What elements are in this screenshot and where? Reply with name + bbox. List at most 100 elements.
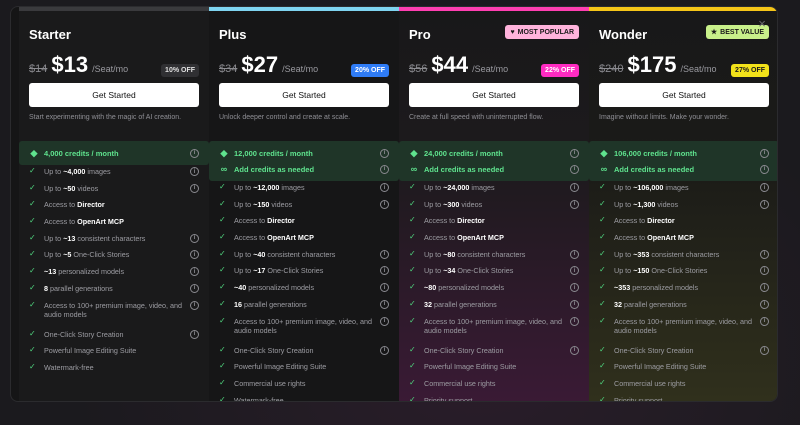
plan-card-wonder: Wonder ★ BEST VALUE $240 $175 /Seat/mo 27…	[589, 7, 777, 402]
feature-text: Access to 100+ premium image, video, and…	[234, 316, 373, 335]
info-icon[interactable]: i	[570, 199, 579, 209]
price-unit: /Seat/mo	[92, 64, 129, 74]
info-icon[interactable]: i	[570, 249, 579, 259]
info-icon[interactable]: i	[190, 167, 199, 176]
feature-text: Access to Director	[234, 216, 295, 226]
feature-text: Up to ~5 One-Click Stories	[44, 250, 130, 260]
check-icon: ✓	[599, 282, 606, 292]
pricing-modal: × Starter $14 $13 /Seat/mo 10% OFF Get Sta…	[10, 6, 778, 402]
current-price: $27	[241, 52, 279, 77]
price-unit: /Seat/mo	[472, 64, 509, 74]
diamond-icon: ◆	[30, 147, 38, 158]
feature-item: ✓ Commercial use rights	[219, 376, 389, 393]
add-credits-line: ∞ Add credits as needed i	[219, 161, 389, 177]
info-icon[interactable]: i	[380, 148, 389, 158]
info-icon[interactable]: i	[190, 300, 199, 310]
add-credits-label: Add credits as needed	[234, 164, 315, 174]
check-icon: ✓	[219, 361, 226, 371]
feature-text: Up to ~50 videos	[44, 183, 99, 193]
feature-text: Access to 100+ premium image, video, and…	[614, 316, 753, 335]
info-icon[interactable]: i	[570, 148, 579, 158]
check-icon: ✓	[219, 298, 226, 308]
check-icon: ✓	[219, 182, 226, 191]
feature-item: ✓ ~40 personalized models i	[219, 280, 389, 297]
info-icon[interactable]: i	[380, 183, 389, 192]
feature-text: Access to Director	[424, 216, 485, 226]
add-credits-label: Add credits as needed	[614, 164, 695, 174]
feature-text: Watermark-free	[44, 362, 94, 372]
info-icon[interactable]: i	[190, 148, 199, 158]
feature-text: 32 parallel generations	[424, 299, 497, 309]
feature-text: 32 parallel generations	[614, 299, 687, 309]
info-icon[interactable]: i	[570, 345, 579, 355]
price-row: $240 $175 /Seat/mo	[599, 52, 716, 78]
feature-text: Access to 100+ premium image, video, and…	[44, 300, 183, 319]
diamond-icon: ◆	[220, 147, 228, 158]
check-icon: ✓	[29, 345, 36, 355]
feature-item: ✓ Powerful Image Editing Suite	[29, 343, 199, 360]
info-icon[interactable]: i	[760, 316, 769, 326]
info-icon[interactable]: i	[760, 148, 769, 158]
infinity-icon: ∞	[220, 164, 228, 174]
info-icon[interactable]: i	[760, 299, 769, 309]
feature-item: ✓ ~80 personalized models i	[409, 280, 579, 297]
get-started-button[interactable]: Get Started	[219, 83, 389, 107]
info-icon[interactable]: i	[380, 316, 389, 326]
get-started-button[interactable]: Get Started	[29, 83, 199, 107]
info-icon[interactable]: i	[760, 164, 769, 174]
close-icon[interactable]: ×	[755, 17, 769, 31]
feature-item: ✓ Powerful Image Editing Suite	[409, 359, 579, 376]
feature-item: ✓ Up to ~13 consistent characters i	[29, 231, 199, 248]
credits-label: 106,000 credits / month	[614, 148, 697, 158]
check-icon: ✓	[599, 182, 606, 191]
plan-accent-bar	[589, 7, 777, 11]
check-icon: ✓	[29, 232, 36, 242]
feature-item: ✓ 32 parallel generations i	[599, 297, 769, 314]
info-icon[interactable]: i	[760, 199, 769, 209]
check-icon: ✓	[409, 282, 416, 292]
check-icon: ✓	[409, 361, 416, 371]
info-icon[interactable]: i	[190, 283, 199, 293]
check-icon: ✓	[409, 315, 416, 325]
feature-text: Up to ~34 One-Click Stories	[424, 266, 514, 276]
info-icon[interactable]: i	[570, 164, 579, 174]
check-icon: ✓	[409, 344, 416, 354]
get-started-button[interactable]: Get Started	[599, 83, 769, 107]
info-icon[interactable]: i	[190, 329, 199, 339]
info-icon[interactable]: i	[570, 299, 579, 309]
info-icon[interactable]: i	[380, 249, 389, 259]
feature-text: Priority support	[614, 395, 663, 402]
info-icon[interactable]: i	[760, 249, 769, 259]
info-icon[interactable]: i	[760, 183, 769, 192]
info-icon[interactable]: i	[760, 345, 769, 355]
info-icon[interactable]: i	[570, 183, 579, 192]
check-icon: ✓	[219, 198, 226, 208]
plan-description: Imagine without limits. Make your wonder…	[599, 114, 729, 121]
feature-item: ✓ Up to ~17 One-Click Stories i	[219, 263, 389, 280]
check-icon: ✓	[409, 232, 416, 242]
feature-item: ✓ Access to 100+ premium image, video, a…	[409, 314, 579, 343]
feature-text: ~80 personalized models	[424, 283, 505, 293]
info-icon[interactable]: i	[190, 183, 199, 193]
credits-line: ◆ 12,000 credits / month i	[219, 145, 389, 161]
info-icon[interactable]: i	[570, 316, 579, 326]
credits-box: ◆ 12,000 credits / month i ∞ Add credits…	[209, 141, 399, 181]
diamond-icon: ◆	[410, 147, 418, 158]
credits-label: 4,000 credits / month	[44, 148, 119, 158]
check-icon: ✓	[29, 299, 36, 309]
info-icon[interactable]: i	[380, 345, 389, 355]
info-icon[interactable]: i	[190, 233, 199, 243]
info-icon[interactable]: i	[380, 299, 389, 309]
plan-card-starter: Starter $14 $13 /Seat/mo 10% OFF Get Start…	[19, 7, 209, 401]
feature-text: Up to ~24,000 images	[424, 183, 495, 192]
plan-accent-bar	[19, 7, 209, 11]
feature-item: ✓ One-Click Story Creation i	[29, 327, 199, 344]
plan-tag-label: MOST POPULAR	[517, 28, 574, 36]
get-started-button[interactable]: Get Started	[409, 83, 579, 107]
feature-text: Priority support	[424, 395, 473, 402]
info-icon[interactable]: i	[380, 164, 389, 174]
credits-line: ◆ 24,000 credits / month i	[409, 145, 579, 161]
feature-item: ✓ One-Click Story Creation i	[219, 343, 389, 360]
feature-item: ✓ Up to ~5 One-Click Stories i	[29, 247, 199, 264]
info-icon[interactable]: i	[380, 199, 389, 209]
